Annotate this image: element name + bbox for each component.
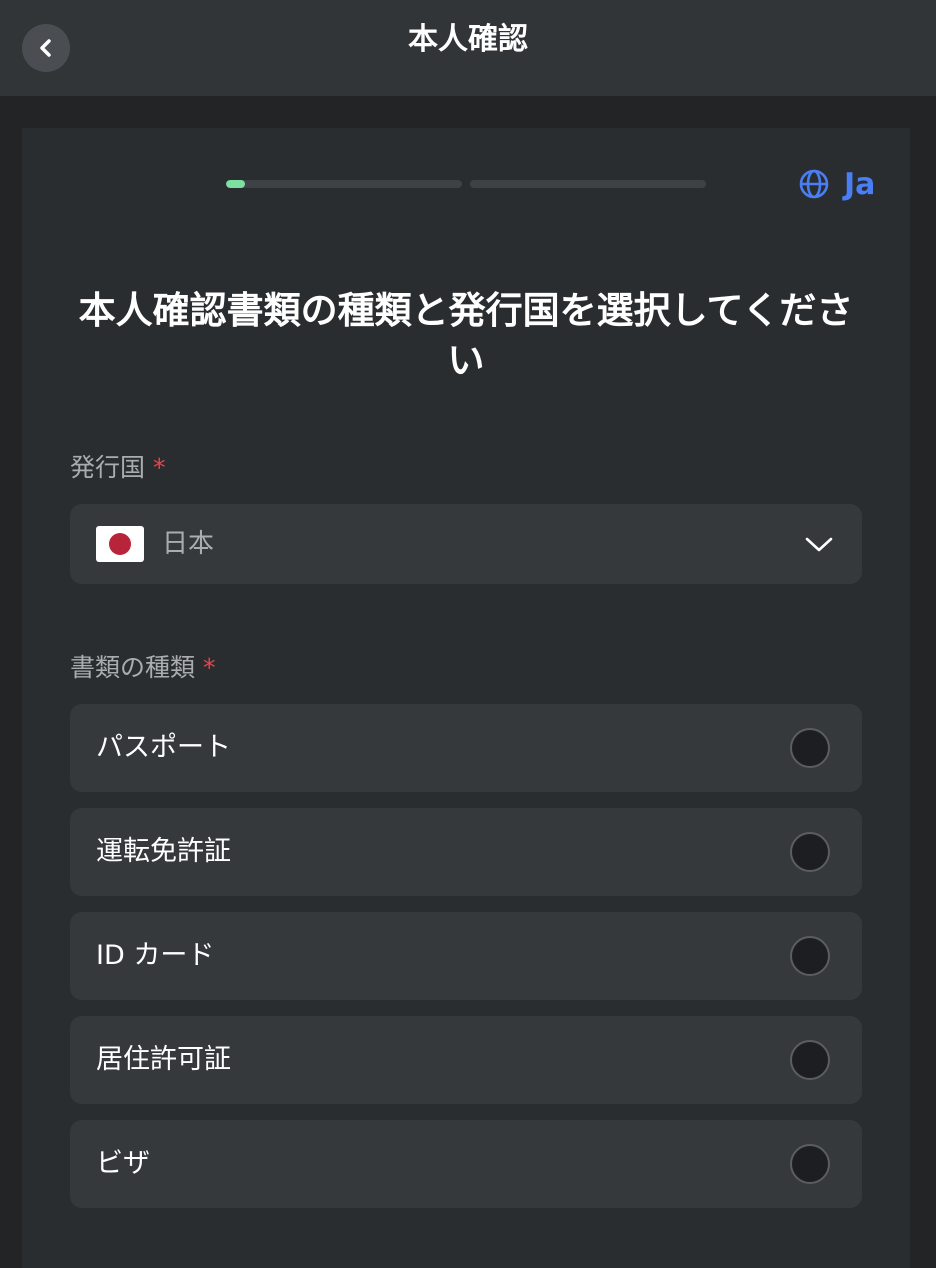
option-label: ID カード	[96, 940, 215, 971]
radio-button[interactable]	[790, 728, 830, 768]
top-bar: 本人確認	[0, 0, 936, 96]
progress-step-1	[226, 180, 462, 188]
country-label-text: 発行国	[70, 453, 146, 482]
option-label: 運転免許証	[96, 836, 231, 867]
japan-flag-icon	[96, 526, 144, 562]
country-field-label: 発行国 *	[70, 450, 166, 486]
required-mark: *	[153, 453, 166, 482]
option-label: ビザ	[96, 1148, 150, 1179]
option-label: パスポート	[96, 732, 231, 763]
document-option-drivers-license[interactable]: 運転免許証	[70, 808, 862, 896]
progress-step-2	[470, 180, 706, 188]
option-label: 居住許可証	[96, 1044, 231, 1075]
globe-icon	[799, 169, 829, 199]
page-title: 本人確認	[408, 22, 528, 57]
radio-button[interactable]	[790, 936, 830, 976]
language-label: Ja	[844, 166, 876, 202]
chevron-down-icon	[805, 537, 833, 552]
radio-button[interactable]	[790, 1040, 830, 1080]
verification-panel: Ja 本人確認書類の種類と発行国を選択してください 発行国 * 日本 書類の種類 *…	[22, 128, 910, 1268]
required-mark: *	[203, 653, 216, 682]
radio-button[interactable]	[790, 832, 830, 872]
radio-button[interactable]	[790, 1144, 830, 1184]
progress-step-1-fill	[226, 180, 245, 188]
country-select-value: 日本	[162, 529, 215, 559]
country-select[interactable]: 日本	[70, 504, 862, 584]
document-option-id-card[interactable]: ID カード	[70, 912, 862, 1000]
document-option-residence-permit[interactable]: 居住許可証	[70, 1016, 862, 1104]
language-selector[interactable]: Ja	[798, 166, 875, 202]
main-heading: 本人確認書類の種類と発行国を選択してください	[78, 289, 854, 382]
document-option-passport[interactable]: パスポート	[70, 704, 862, 792]
document-field-label: 書類の種類 *	[70, 650, 216, 686]
document-label-text: 書類の種類	[70, 653, 196, 682]
document-option-visa[interactable]: ビザ	[70, 1120, 862, 1208]
